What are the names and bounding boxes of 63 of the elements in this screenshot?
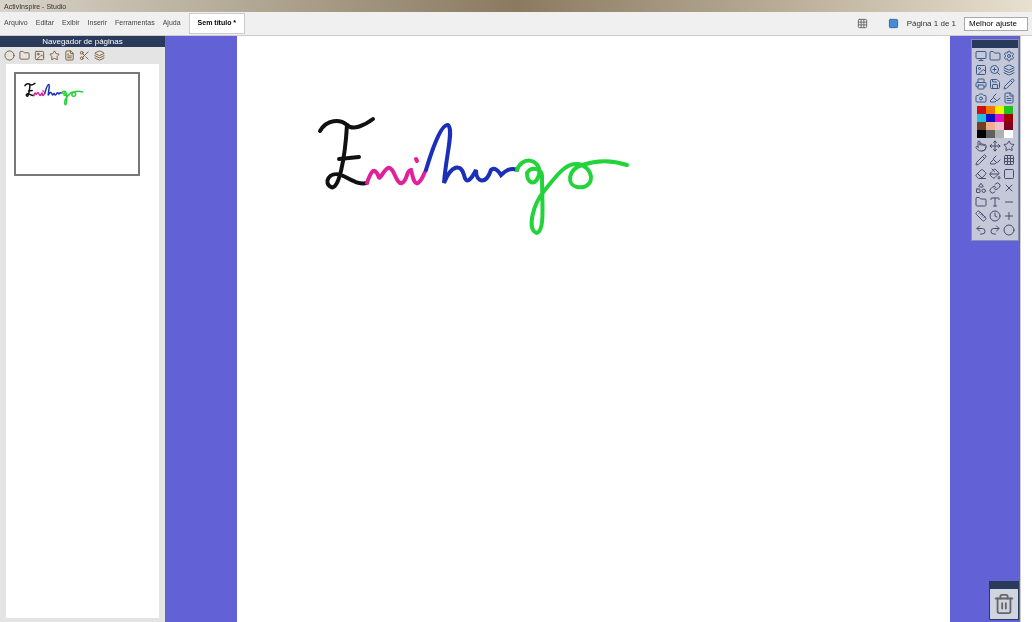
save-icon[interactable] <box>989 78 1001 90</box>
grid-icon[interactable] <box>856 18 868 29</box>
color-swatch[interactable] <box>995 106 1004 114</box>
monitor-icon[interactable] <box>975 50 987 62</box>
color-swatch[interactable] <box>986 130 995 138</box>
grid-icon[interactable] <box>1003 154 1015 166</box>
marker-icon[interactable] <box>989 154 1001 166</box>
gear-icon[interactable] <box>1003 50 1015 62</box>
folder-icon[interactable] <box>975 196 987 208</box>
page-indicator: Página 1 de 1 <box>906 17 956 30</box>
color-swatch[interactable] <box>986 122 995 130</box>
color-swatch[interactable] <box>986 114 995 122</box>
zoom-in-icon[interactable] <box>989 64 1001 76</box>
camera-icon[interactable] <box>975 92 987 104</box>
folder-icon[interactable] <box>19 50 30 61</box>
circle-icon[interactable] <box>4 50 15 61</box>
shapes-icon[interactable] <box>975 182 987 194</box>
color-swatch[interactable] <box>995 130 1004 138</box>
link-icon[interactable] <box>989 182 1001 194</box>
star-icon[interactable] <box>49 50 60 61</box>
handwriting-thumbnail-drawing <box>24 82 84 106</box>
star-icon[interactable] <box>1003 140 1015 152</box>
text-icon[interactable] <box>989 196 1001 208</box>
ruler-icon[interactable] <box>975 210 987 222</box>
pen-icon[interactable] <box>975 154 987 166</box>
clock-icon[interactable] <box>989 210 1001 222</box>
color-swatch[interactable] <box>977 106 986 114</box>
layers-icon[interactable] <box>94 50 105 61</box>
document-icon[interactable] <box>1003 92 1015 104</box>
document-icon[interactable] <box>64 50 75 61</box>
move-icon[interactable] <box>989 140 1001 152</box>
image-icon[interactable] <box>34 50 45 61</box>
paint-bucket-icon[interactable] <box>989 168 1001 180</box>
highlighter-icon[interactable] <box>989 92 1001 104</box>
layers-icon[interactable] <box>1003 64 1015 76</box>
eraser-icon[interactable] <box>975 168 987 180</box>
delete-icon[interactable] <box>1003 182 1015 194</box>
color-swatch[interactable] <box>986 106 995 114</box>
printer-icon[interactable] <box>975 78 987 90</box>
circle-icon[interactable] <box>1003 224 1015 236</box>
color-swatch[interactable] <box>995 114 1004 122</box>
color-swatch[interactable] <box>977 130 986 138</box>
page-thumbnail[interactable] <box>14 72 140 176</box>
color-swatch[interactable] <box>977 122 986 130</box>
color-swatch[interactable] <box>1004 130 1013 138</box>
undo-icon[interactable] <box>975 224 987 236</box>
color-swatch[interactable] <box>1004 122 1013 130</box>
color-swatch[interactable] <box>995 122 1004 130</box>
pointer-icon[interactable] <box>975 140 987 152</box>
toolbox-header <box>972 40 1018 48</box>
square-icon[interactable] <box>1003 168 1015 180</box>
plus-icon[interactable] <box>1003 210 1015 222</box>
zoom-select[interactable]: Melhor ajuste <box>964 16 1028 31</box>
image-icon[interactable] <box>975 64 987 76</box>
panel-title: Navegador de páginas <box>42 37 123 46</box>
folder-icon[interactable] <box>989 50 1001 62</box>
trash-icon[interactable] <box>993 593 1015 615</box>
color-swatch[interactable] <box>1004 114 1013 122</box>
scissors-icon[interactable] <box>79 50 90 61</box>
redo-icon[interactable] <box>989 224 1001 236</box>
color-swatch[interactable] <box>977 114 986 122</box>
pencil-icon[interactable] <box>1003 78 1015 90</box>
color-swatch[interactable] <box>1004 106 1013 114</box>
